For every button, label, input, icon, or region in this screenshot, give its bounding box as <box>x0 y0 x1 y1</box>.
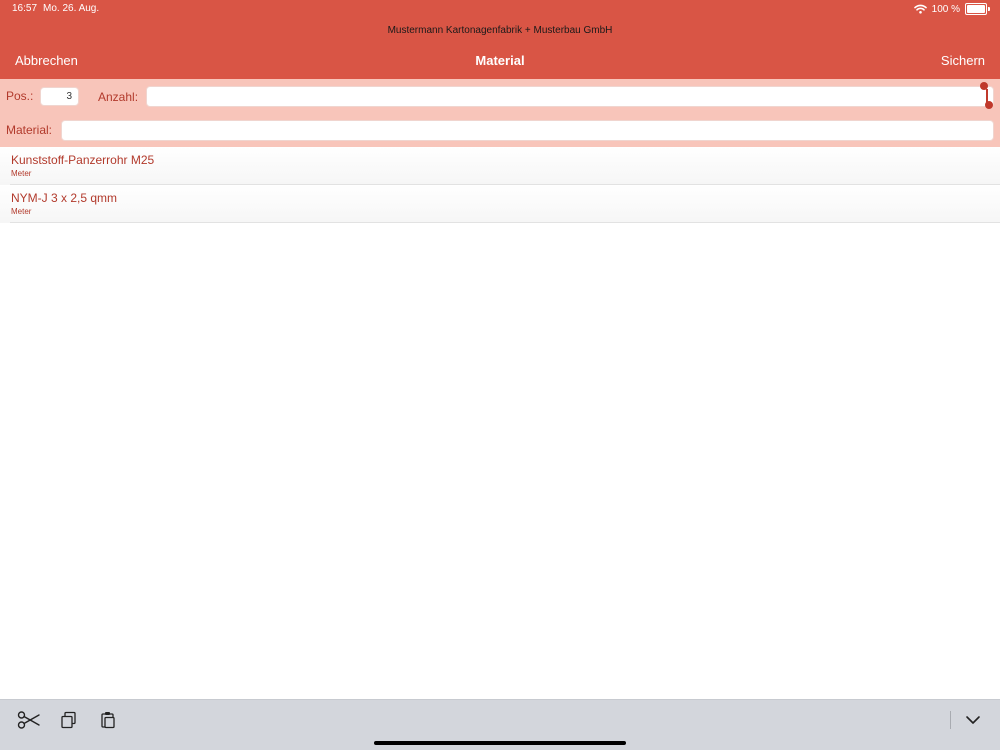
selection-handle-bottom[interactable] <box>985 101 993 109</box>
scissors-icon[interactable] <box>17 710 40 730</box>
header: 16:57 Mo. 26. Aug. 100 % Mustermann Kart… <box>0 0 1000 79</box>
anzahl-label: Anzahl: <box>98 90 139 104</box>
list-item[interactable]: Kunststoff-Panzerrohr M25 Meter <box>0 147 1000 185</box>
pos-label: Pos.: <box>6 89 34 103</box>
material-name: Kunststoff-Panzerrohr M25 <box>11 153 155 167</box>
chevron-down-icon[interactable] <box>962 710 984 730</box>
page-title: Material <box>475 53 525 68</box>
screen: 16:57 Mo. 26. Aug. 100 % Mustermann Kart… <box>0 0 1000 750</box>
status-indicators: 100 % <box>913 2 990 16</box>
pos-input[interactable] <box>40 87 79 106</box>
paste-icon[interactable] <box>98 710 120 730</box>
keyboard-shortcut-bar <box>0 699 1000 750</box>
status-date: Mo. 26. Aug. <box>43 3 100 14</box>
toolbar-divider <box>950 711 951 729</box>
battery-fill <box>967 5 985 13</box>
save-button[interactable]: Sichern <box>941 53 985 68</box>
home-indicator[interactable] <box>374 741 626 745</box>
anzahl-input[interactable] <box>146 86 994 107</box>
copy-icon[interactable] <box>59 710 81 730</box>
material-unit: Meter <box>11 207 32 216</box>
material-form: Pos.: Anzahl: Material: <box>0 79 1000 147</box>
material-name: NYM-J 3 x 2,5 qmm <box>11 191 118 205</box>
window-title: Mustermann Kartonagenfabrik + Musterbau … <box>387 25 613 36</box>
material-input[interactable] <box>61 120 994 141</box>
cancel-button[interactable]: Abbrechen <box>15 53 78 68</box>
material-label: Material: <box>6 123 53 137</box>
battery-percentage: 100 % <box>931 3 960 15</box>
wifi-icon <box>913 4 927 14</box>
status-time: 16:57 <box>12 3 38 14</box>
battery-icon <box>965 3 990 15</box>
list-item[interactable]: NYM-J 3 x 2,5 qmm Meter <box>0 185 1000 223</box>
material-list: Kunststoff-Panzerrohr M25 Meter NYM-J 3 … <box>0 147 1000 223</box>
material-unit: Meter <box>11 169 32 178</box>
battery-tip <box>988 7 990 11</box>
